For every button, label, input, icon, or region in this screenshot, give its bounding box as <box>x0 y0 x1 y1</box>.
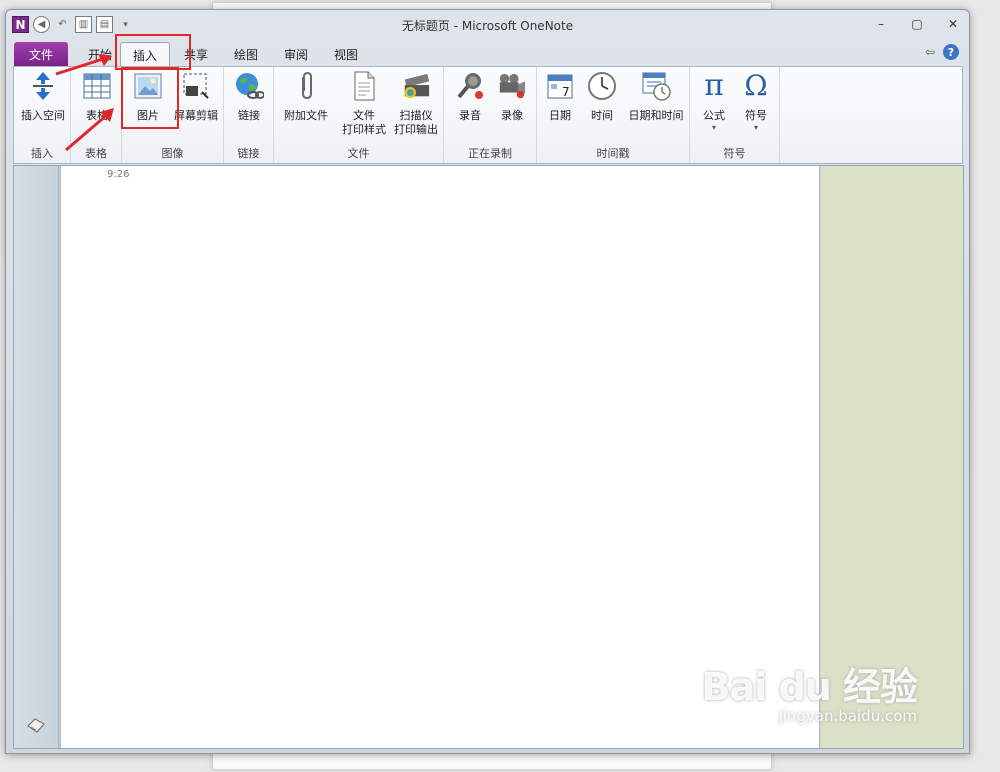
file-printout-icon <box>349 71 379 101</box>
symbol-label: 符号 <box>745 109 767 122</box>
scanner-printout-label-1: 扫描仪 <box>399 109 433 122</box>
equation-label: 公式 <box>703 109 725 122</box>
record-video-button[interactable]: 录像 <box>492 69 532 123</box>
paperclip-icon <box>291 71 321 101</box>
time-button[interactable]: 时间 <box>582 69 622 123</box>
group-symbols: π 公式 ▾ Ω 符号 ▾ 符号 <box>690 67 780 163</box>
microphone-icon <box>455 71 485 101</box>
group-timestamp: 7 日期 时间 日期和时间 时间戳 <box>537 67 690 163</box>
scanner-printout-button[interactable]: 扫描仪 打印输出 <box>390 69 442 137</box>
record-audio-label: 录音 <box>459 109 481 122</box>
highlight-picture-button <box>121 67 179 129</box>
date-label: 日期 <box>549 109 571 122</box>
group-label-files: 文件 <box>347 147 370 160</box>
pin-ribbon-icon[interactable]: ⇦ <box>925 45 935 59</box>
highlight-insert-tab <box>115 34 191 70</box>
arrow-to-picture-button <box>65 108 114 152</box>
navigation-bar[interactable] <box>14 166 59 748</box>
group-label-symbols: 符号 <box>723 147 746 160</box>
scanner-printout-label-2: 打印输出 <box>394 123 438 136</box>
date-and-time-button[interactable]: 日期和时间 <box>624 69 688 123</box>
page-timestamp: 9:26 <box>107 169 130 180</box>
group-links: 链接 链接 <box>224 67 274 163</box>
maximize-button[interactable]: ▢ <box>909 17 925 31</box>
symbol-dropdown-icon[interactable]: ▾ <box>754 123 758 133</box>
tab-view[interactable]: 视图 <box>322 42 370 66</box>
equation-button[interactable]: π 公式 ▾ <box>694 69 734 133</box>
close-button[interactable]: ✕ <box>945 17 961 31</box>
date-time-icon <box>641 71 671 101</box>
record-video-label: 录像 <box>501 109 523 122</box>
date-and-time-label: 日期和时间 <box>628 109 684 122</box>
link-button[interactable]: 链接 <box>229 69 269 123</box>
arrow-to-insert-tab <box>55 54 112 76</box>
equation-dropdown-icon[interactable]: ▾ <box>712 123 716 133</box>
pi-icon: π <box>704 68 724 103</box>
group-label-timestamp: 时间戳 <box>596 147 630 160</box>
window-controls: – ▢ ✕ <box>873 17 961 31</box>
time-label: 时间 <box>591 109 613 122</box>
help-area: ⇦ ? <box>925 44 959 60</box>
notebook-toggle-icon[interactable] <box>26 718 46 734</box>
group-label-images: 图像 <box>161 147 184 160</box>
symbol-button[interactable]: Ω 符号 ▾ <box>736 69 776 133</box>
video-camera-icon <box>497 71 527 101</box>
window-title: 无标题页 - Microsoft OneNote <box>401 19 574 33</box>
date-button[interactable]: 7 日期 <box>540 69 580 123</box>
file-printout-button[interactable]: 文件 打印样式 <box>338 69 390 137</box>
tab-draw[interactable]: 绘图 <box>222 42 270 66</box>
file-printout-label-2: 打印样式 <box>342 123 386 136</box>
attach-file-label: 附加文件 <box>284 109 328 122</box>
tab-review[interactable]: 审阅 <box>272 42 320 66</box>
clock-icon <box>587 71 617 101</box>
omega-icon: Ω <box>744 69 768 102</box>
screen-clipping-label: 屏幕剪辑 <box>174 109 218 122</box>
link-label: 链接 <box>238 109 260 122</box>
help-icon[interactable]: ? <box>943 44 959 60</box>
group-label-recording: 正在录制 <box>468 147 512 160</box>
scanner-icon <box>401 71 431 101</box>
screen-clipping-icon <box>181 71 211 101</box>
group-label-links: 链接 <box>237 147 260 160</box>
insert-space-label: 插入空间 <box>21 109 65 122</box>
group-recording: 录音 录像 正在录制 <box>444 67 537 163</box>
attach-file-button[interactable]: 附加文件 <box>277 69 335 123</box>
baidu-watermark: Bai du 经验 jingyan.baidu.com <box>701 656 918 725</box>
link-globe-icon <box>234 71 264 101</box>
minimize-button[interactable]: – <box>873 17 889 31</box>
record-audio-button[interactable]: 录音 <box>450 69 490 123</box>
watermark-main: Bai du 经验 <box>701 665 918 709</box>
file-printout-label-1: 文件 <box>353 109 375 122</box>
group-files: 附加文件 文件 打印样式 扫描仪 打印输出 文件 <box>274 67 444 163</box>
calendar-icon: 7 <box>545 71 575 101</box>
calendar-day: 7 <box>562 85 570 99</box>
